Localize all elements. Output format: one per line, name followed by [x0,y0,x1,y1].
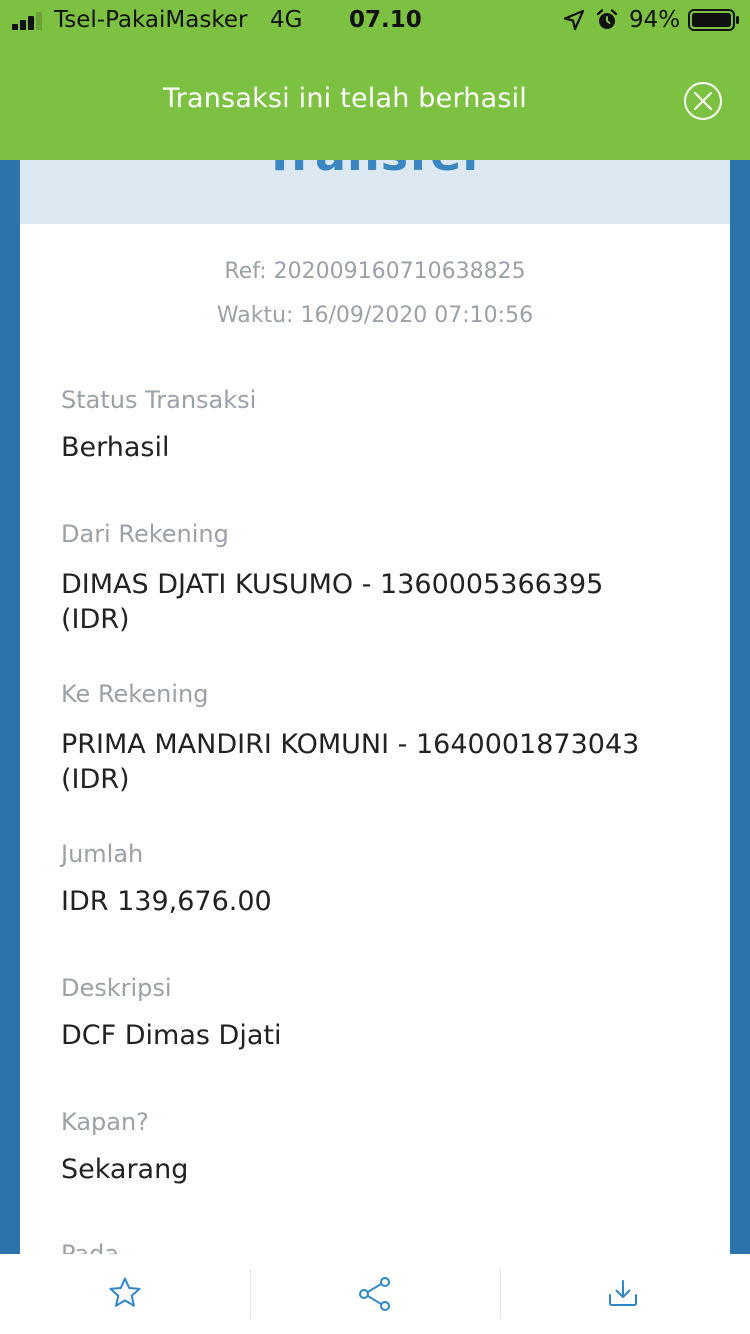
close-icon [694,92,712,110]
star-icon [109,1277,141,1307]
signal-strength-icon [12,12,48,30]
bottom-action-bar [0,1254,750,1334]
network-type: 4G [270,7,303,33]
battery-icon [688,9,739,31]
from-account-value: DIMAS DJATI KUSUMO - 1360005366395 (IDR) [61,567,701,637]
screen: Tsel-PakaiMasker 4G 07.10 94% Transaksi … [0,0,750,1334]
when-label: Kapan? [61,1108,149,1136]
from-account-label: Dari Rekening [61,520,229,548]
battery-percentage: 94% [629,7,681,33]
when-value: Sekarang [61,1154,189,1185]
close-banner-button[interactable] [684,82,722,120]
carrier-name: Tsel-PakaiMasker [54,7,248,33]
from-account-line2: (IDR) [61,604,130,635]
share-button[interactable] [251,1254,500,1334]
description-value: DCF Dimas Djati [61,1020,282,1051]
location-arrow-icon [563,9,585,31]
success-message: Transaksi ini telah berhasil [162,83,528,114]
success-banner: Tsel-PakaiMasker 4G 07.10 94% Transaksi … [0,0,750,160]
from-account-line1: DIMAS DJATI KUSUMO - 1360005366395 [61,569,604,600]
share-icon [359,1277,390,1311]
amount-value: IDR 139,676.00 [61,886,272,917]
download-button[interactable] [501,1254,750,1334]
download-icon [609,1280,637,1306]
receipt-body: Ref: 202009160710638825 Waktu: 16/09/202… [20,224,730,1268]
to-account-line2: (IDR) [61,764,130,795]
status-bar: Tsel-PakaiMasker 4G 07.10 94% [0,0,750,42]
transaction-time: Waktu: 16/09/2020 07:10:56 [216,303,534,328]
to-account-label: Ke Rekening [61,680,209,708]
alarm-icon [596,9,618,29]
to-account-value: PRIMA MANDIRI KOMUNI - 1640001873043 (ID… [61,727,701,797]
reference-number: Ref: 202009160710638825 [224,259,526,284]
status-label: Status Transaksi [61,386,257,414]
status-value: Berhasil [61,432,170,463]
favorite-button[interactable] [0,1254,250,1334]
amount-label: Jumlah [61,840,144,868]
to-account-line1: PRIMA MANDIRI KOMUNI - 1640001873043 [61,729,640,760]
status-time: 07.10 [349,7,422,33]
description-label: Deskripsi [61,974,172,1002]
